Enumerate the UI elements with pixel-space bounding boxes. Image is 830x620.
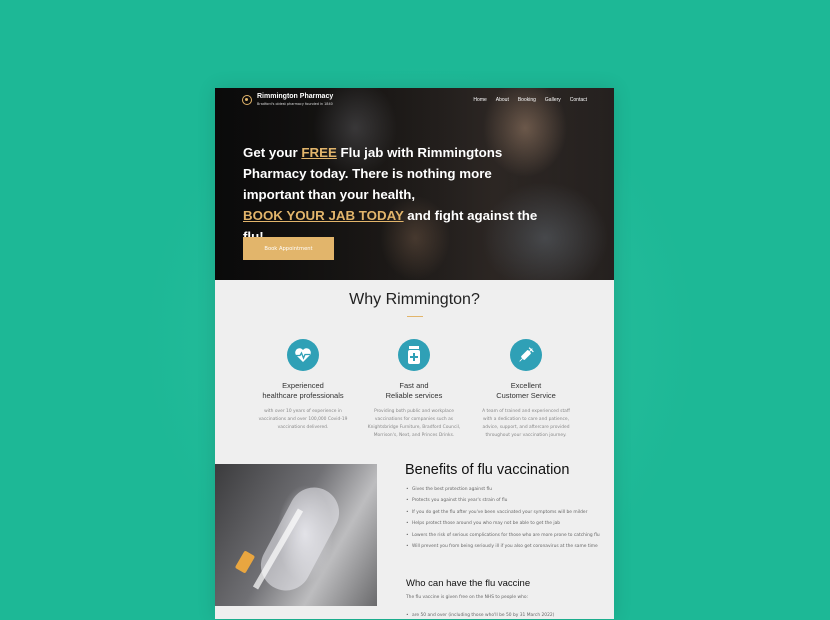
hero-heading: Get your FREE Flu jab with Rimmingtons P… bbox=[243, 142, 543, 247]
list-item: Gives the best protection against flu bbox=[406, 486, 611, 493]
medicine-bottle-icon bbox=[398, 339, 430, 371]
glove-shape bbox=[252, 478, 348, 600]
feature-title-line2: healthcare professionals bbox=[262, 391, 344, 400]
brand-name[interactable]: Rimmington Pharmacy bbox=[257, 93, 333, 100]
brand-tagline: Bradford's oldest pharmacy founded in 18… bbox=[257, 102, 333, 106]
feature-description: with over 10 years of experience in vacc… bbox=[258, 409, 348, 430]
benefits-list: Gives the best protection against flu Pr… bbox=[406, 486, 611, 554]
nav-booking[interactable]: Booking bbox=[518, 97, 536, 103]
vaccine-photo bbox=[215, 464, 377, 606]
list-item: If you do get the flu after you've been … bbox=[406, 509, 611, 516]
logo-icon[interactable] bbox=[242, 95, 252, 105]
feature-customer-service: Excellent Customer Service A team of tra… bbox=[468, 339, 584, 440]
nav-gallery[interactable]: Gallery bbox=[545, 97, 561, 103]
book-appointment-button[interactable]: Book Appointment bbox=[243, 237, 334, 260]
feature-title-line1: Fast and bbox=[399, 381, 429, 390]
who-title: Who can have the flu vaccine bbox=[406, 578, 531, 589]
why-title: Why Rimmington? bbox=[349, 291, 480, 308]
syringe-icon bbox=[510, 339, 542, 371]
vial-shape bbox=[234, 550, 256, 574]
feature-title: Experienced healthcare professionals bbox=[245, 381, 361, 401]
feature-title-line2: Customer Service bbox=[496, 391, 556, 400]
feature-title-line2: Reliable services bbox=[385, 391, 443, 400]
feature-fast-reliable: Fast and Reliable services Providing bot… bbox=[356, 339, 472, 440]
nav-about[interactable]: About bbox=[496, 97, 509, 103]
list-item: Protects you against this year's strain … bbox=[406, 497, 611, 504]
book-jab-link[interactable]: BOOK YOUR JAB TODAY bbox=[243, 208, 404, 223]
heartbeat-icon bbox=[287, 339, 319, 371]
feature-title-line1: Experienced bbox=[282, 381, 324, 390]
free-link[interactable]: FREE bbox=[301, 145, 336, 160]
benefits-title: Benefits of flu vaccination bbox=[405, 462, 570, 478]
list-item: Will prevent you from being seriously il… bbox=[406, 543, 611, 550]
feature-title: Fast and Reliable services bbox=[356, 381, 472, 401]
nav-home[interactable]: Home bbox=[473, 97, 486, 103]
website-page: Rimmington Pharmacy Bradford's oldest ph… bbox=[215, 88, 614, 619]
list-item: Helps protect those around you who may n… bbox=[406, 520, 611, 527]
hero-text-part1: Get your bbox=[243, 145, 302, 160]
feature-description: Providing both public and workplace vacc… bbox=[367, 409, 461, 438]
list-item: Lowers the risk of serious complications… bbox=[406, 532, 611, 539]
list-item: are 50 and over (including those who'll … bbox=[406, 613, 554, 618]
title-divider bbox=[407, 316, 423, 317]
feature-title: Excellent Customer Service bbox=[468, 381, 584, 401]
main-nav: Home About Booking Gallery Contact bbox=[473, 97, 587, 103]
feature-experienced: Experienced healthcare professionals wit… bbox=[245, 339, 361, 432]
feature-title-line1: Excellent bbox=[510, 381, 542, 390]
who-intro: The flu vaccine is given free on the NHS… bbox=[406, 595, 529, 600]
hero-section: Rimmington Pharmacy Bradford's oldest ph… bbox=[215, 88, 614, 280]
feature-description: A team of trained and experienced staff … bbox=[482, 409, 570, 438]
nav-contact[interactable]: Contact bbox=[570, 97, 587, 103]
